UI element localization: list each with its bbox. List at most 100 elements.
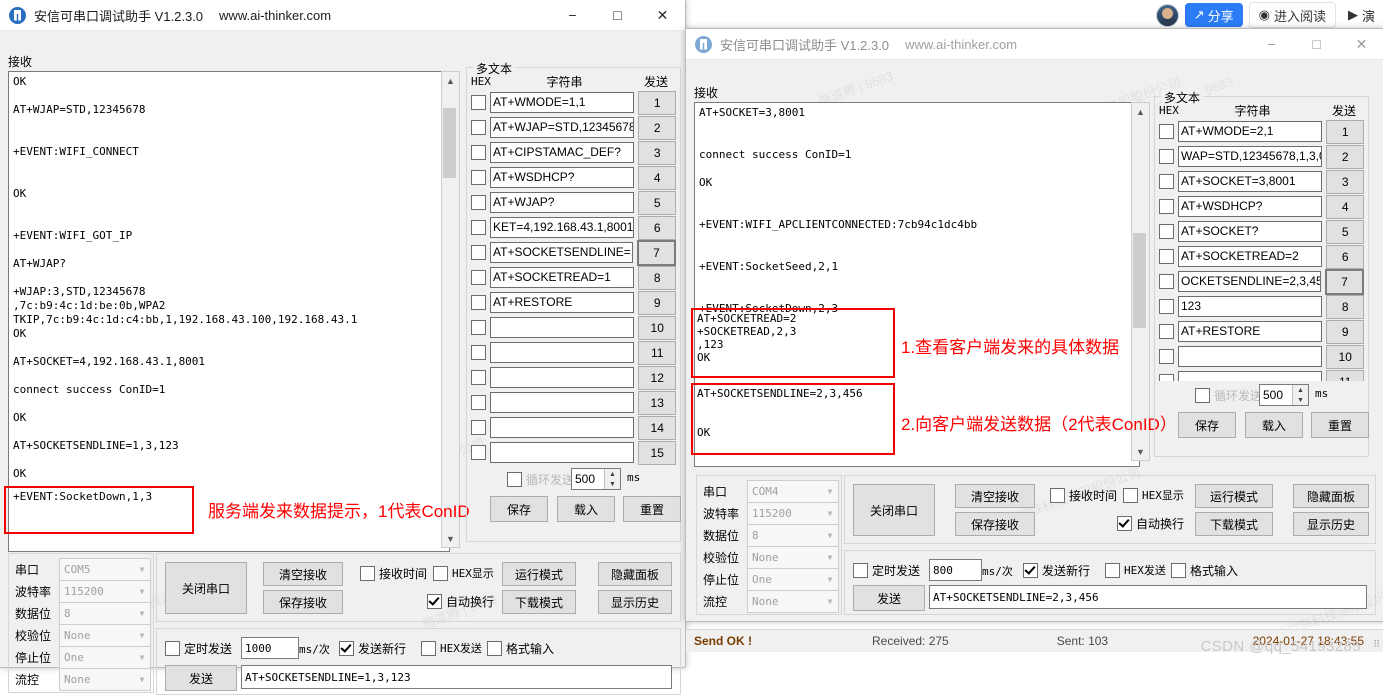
multitext-command-input[interactable] bbox=[490, 442, 635, 463]
stopbits-combo[interactable]: One ▼ bbox=[59, 646, 151, 669]
multitext-command-input[interactable]: AT+SOCKET=3,8001 bbox=[1178, 171, 1323, 192]
format-input-checkbox-box[interactable] bbox=[487, 641, 502, 656]
timed-send-interval-input[interactable]: 800 bbox=[929, 559, 982, 581]
maximize-button[interactable]: □ bbox=[595, 0, 640, 30]
multitext-command-input[interactable] bbox=[490, 417, 635, 438]
multitext-send-button[interactable]: 3 bbox=[1326, 169, 1364, 194]
share-button[interactable]: ↗ 分享 bbox=[1184, 3, 1243, 27]
flow-combo[interactable]: None ▼ bbox=[747, 590, 839, 613]
spinner-up-icon[interactable]: ▲ bbox=[1293, 385, 1308, 395]
scroll-down-icon[interactable]: ▼ bbox=[442, 530, 459, 547]
multitext-send-button[interactable]: 5 bbox=[1326, 219, 1364, 244]
scrollbar-thumb[interactable] bbox=[443, 108, 456, 178]
scroll-up-icon[interactable]: ▲ bbox=[442, 72, 459, 89]
close-port-button[interactable]: 关闭串口 bbox=[853, 484, 935, 536]
close-port-button[interactable]: 关闭串口 bbox=[165, 562, 247, 614]
loop-interval-spinner[interactable]: 500 ▲ ▼ bbox=[571, 468, 621, 490]
multitext-send-button[interactable]: 11 bbox=[638, 340, 676, 365]
multitext-command-input[interactable]: AT+RESTORE bbox=[490, 292, 635, 313]
multitext-send-button[interactable]: 5 bbox=[638, 190, 676, 215]
multitext-send-button[interactable]: 9 bbox=[638, 290, 676, 315]
send-text-input[interactable]: AT+SOCKETSENDLINE=1,3,123 bbox=[241, 665, 672, 689]
multitext-command-input[interactable]: AT+WJAP? bbox=[490, 192, 635, 213]
user-avatar[interactable] bbox=[1155, 3, 1179, 27]
timed-send-interval-input[interactable]: 1000 bbox=[241, 637, 299, 659]
multitext-hex-checkbox[interactable] bbox=[471, 245, 486, 260]
multitext-send-button[interactable]: 14 bbox=[638, 415, 676, 440]
send-button[interactable]: 发送 bbox=[165, 665, 237, 691]
multitext-hex-checkbox[interactable] bbox=[471, 220, 486, 235]
multitext-command-input[interactable] bbox=[1178, 371, 1323, 381]
show-history-button[interactable]: 显示历史 bbox=[1293, 512, 1369, 536]
baud-combo[interactable]: 115200 ▼ bbox=[747, 502, 839, 525]
multitext-hex-checkbox[interactable] bbox=[471, 195, 486, 210]
multitext-send-button[interactable]: 1 bbox=[638, 90, 676, 115]
port-combo[interactable]: COM4 ▼ bbox=[747, 480, 839, 503]
multitext-send-button[interactable]: 6 bbox=[1326, 244, 1364, 269]
multitext-hex-checkbox[interactable] bbox=[1159, 124, 1174, 139]
multitext-command-input[interactable]: AT+WMODE=1,1 bbox=[490, 92, 635, 113]
flow-combo[interactable]: None ▼ bbox=[59, 668, 151, 691]
hex-send-checkbox[interactable]: HEX发送 bbox=[1105, 562, 1166, 578]
hex-send-checkbox[interactable]: HEX发送 bbox=[421, 640, 482, 656]
multitext-command-input[interactable]: AT+SOCKET? bbox=[1178, 221, 1323, 242]
multitext-hex-checkbox[interactable] bbox=[471, 120, 486, 135]
multitext-hex-checkbox[interactable] bbox=[1159, 274, 1174, 289]
spinner-buttons[interactable]: ▲ ▼ bbox=[1292, 385, 1308, 405]
run-mode-button[interactable]: 运行模式 bbox=[1195, 484, 1273, 508]
left-window-titlebar[interactable]: 安信可串口调试助手 V1.2.3.0 www.ai-thinker.com − … bbox=[0, 0, 685, 31]
send-text-input[interactable]: AT+SOCKETSENDLINE=2,3,456 bbox=[929, 585, 1367, 609]
multitext-command-input[interactable]: KET=4,192.168.43.1,8001 bbox=[490, 217, 635, 238]
format-input-checkbox-box[interactable] bbox=[1171, 563, 1186, 578]
show-history-button[interactable]: 显示历史 bbox=[598, 590, 672, 614]
multitext-hex-checkbox[interactable] bbox=[471, 170, 486, 185]
multitext-send-button[interactable]: 12 bbox=[638, 365, 676, 390]
multitext-send-button[interactable]: 2 bbox=[638, 115, 676, 140]
send-newline-checkbox[interactable]: 发送新行 bbox=[1023, 562, 1090, 579]
download-mode-button[interactable]: 下载模式 bbox=[1195, 512, 1273, 536]
save-multitext-button[interactable]: 保存 bbox=[1178, 412, 1236, 438]
loop-send-checkbox-box[interactable] bbox=[1195, 388, 1210, 403]
format-input-checkbox[interactable]: 格式输入 bbox=[487, 640, 554, 657]
resize-grip-icon[interactable]: ⠿ bbox=[1373, 639, 1380, 650]
timed-send-checkbox-box[interactable] bbox=[853, 563, 868, 578]
multitext-hex-checkbox[interactable] bbox=[471, 445, 486, 460]
receive-time-checkbox[interactable]: 接收时间 bbox=[360, 565, 427, 582]
multitext-command-input[interactable]: AT+WMODE=2,1 bbox=[1178, 121, 1323, 142]
load-multitext-button[interactable]: 载入 bbox=[1245, 412, 1303, 438]
receive-time-checkbox[interactable]: 接收时间 bbox=[1050, 487, 1117, 504]
multitext-send-button[interactable]: 10 bbox=[1326, 344, 1364, 369]
multitext-command-input[interactable] bbox=[490, 392, 635, 413]
multitext-command-input[interactable]: AT+SOCKETREAD=1 bbox=[490, 267, 635, 288]
timed-send-checkbox[interactable]: 定时发送 bbox=[165, 640, 232, 657]
multitext-send-button[interactable]: 9 bbox=[1326, 319, 1364, 344]
multitext-command-input[interactable]: AT+WSDHCP? bbox=[490, 167, 635, 188]
multitext-send-button[interactable]: 8 bbox=[638, 265, 676, 290]
multitext-hex-checkbox[interactable] bbox=[471, 320, 486, 335]
download-mode-button[interactable]: 下载模式 bbox=[502, 590, 576, 614]
parity-combo[interactable]: None ▼ bbox=[59, 624, 151, 647]
multitext-send-button[interactable]: 4 bbox=[638, 165, 676, 190]
multitext-send-button[interactable]: 15 bbox=[638, 440, 676, 465]
hex-display-checkbox-box[interactable] bbox=[433, 565, 448, 581]
multitext-hex-checkbox[interactable] bbox=[1159, 174, 1174, 189]
loop-send-checkbox[interactable]: 循环发送 bbox=[1195, 387, 1262, 404]
multitext-send-button[interactable]: 3 bbox=[638, 140, 676, 165]
auto-wrap-checkbox[interactable]: 自动换行 bbox=[1117, 515, 1184, 532]
hex-display-checkbox[interactable]: HEX显示 bbox=[1123, 487, 1184, 503]
hex-send-checkbox-box[interactable] bbox=[1105, 562, 1120, 578]
close-button[interactable]: ✕ bbox=[1339, 29, 1383, 59]
save-receive-button[interactable]: 保存接收 bbox=[263, 590, 343, 614]
multitext-send-button[interactable]: 2 bbox=[1326, 144, 1364, 169]
multitext-send-button[interactable]: 7 bbox=[1324, 268, 1364, 295]
present-button[interactable]: ▶ 演 bbox=[1341, 3, 1381, 27]
multitext-send-button[interactable]: 11 bbox=[1326, 369, 1364, 381]
hex-display-checkbox[interactable]: HEX显示 bbox=[433, 565, 494, 581]
scroll-down-icon[interactable]: ▼ bbox=[1132, 443, 1149, 460]
loop-interval-spinner[interactable]: 500 ▲ ▼ bbox=[1259, 384, 1309, 406]
multitext-hex-checkbox[interactable] bbox=[1159, 149, 1174, 164]
multitext-command-input[interactable] bbox=[490, 317, 635, 338]
loop-send-checkbox[interactable]: 循环发送 bbox=[507, 471, 574, 488]
multitext-hex-checkbox[interactable] bbox=[1159, 324, 1174, 339]
multitext-hex-checkbox[interactable] bbox=[1159, 199, 1174, 214]
